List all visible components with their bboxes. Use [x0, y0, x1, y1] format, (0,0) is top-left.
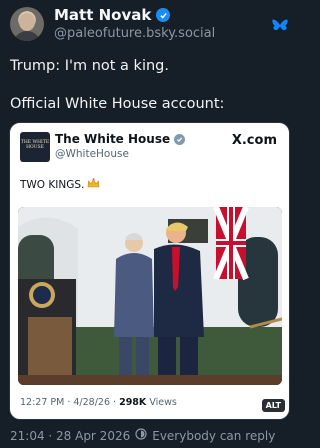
reply-setting-icon	[135, 428, 147, 443]
verified-check-icon	[174, 133, 186, 145]
tweet-photo[interactable]	[18, 207, 282, 385]
alt-text-badge[interactable]: ALT	[261, 399, 285, 412]
embedded-tweet-text-row: TWO KINGS.	[20, 178, 100, 191]
crown-emoji-icon	[87, 178, 100, 191]
bluesky-butterfly-icon[interactable]	[272, 18, 288, 37]
post-text-line1: Trump: I'm not a king.	[10, 58, 169, 74]
post-header: Matt Novak @paleofuture.bsky.social	[10, 6, 290, 46]
author-handle[interactable]: @paleofuture.bsky.social	[54, 26, 215, 41]
views-count: 298K	[119, 397, 147, 408]
embedded-account-handle[interactable]: @WhiteHouse	[55, 148, 129, 160]
embedded-account-name-row[interactable]: The White House	[55, 132, 186, 146]
source-label[interactable]: X.com	[232, 133, 277, 148]
views-label: Views	[149, 397, 177, 408]
reply-setting[interactable]: Everybody can reply	[152, 429, 275, 443]
avatar[interactable]	[10, 7, 44, 41]
post-footer: 21:04 · 28 Apr 2026 Everybody can reply	[10, 428, 275, 443]
tweet-meta: 12:27 PM · 4/28/26 · 298K Views	[20, 397, 177, 408]
author-name-row[interactable]: Matt Novak	[54, 6, 215, 24]
embedded-tweet-text: TWO KINGS.	[20, 178, 85, 191]
photo-illustration	[18, 207, 282, 385]
post-timestamp[interactable]: 21:04 · 28 Apr 2026	[10, 429, 130, 443]
verified-check-icon	[156, 8, 171, 22]
white-house-logo: THE WHITE HOUSE	[20, 132, 50, 162]
tweet-time: 12:27 PM · 4/28/26 ·	[20, 397, 117, 408]
embedded-account-name[interactable]: The White House	[55, 132, 170, 146]
embedded-tweet-card[interactable]: THE WHITE HOUSE The White House @WhiteHo…	[9, 122, 290, 420]
post-text-line2: Official White House account:	[10, 96, 225, 112]
author-block: Matt Novak @paleofuture.bsky.social	[54, 6, 215, 41]
author-name[interactable]: Matt Novak	[54, 6, 151, 24]
